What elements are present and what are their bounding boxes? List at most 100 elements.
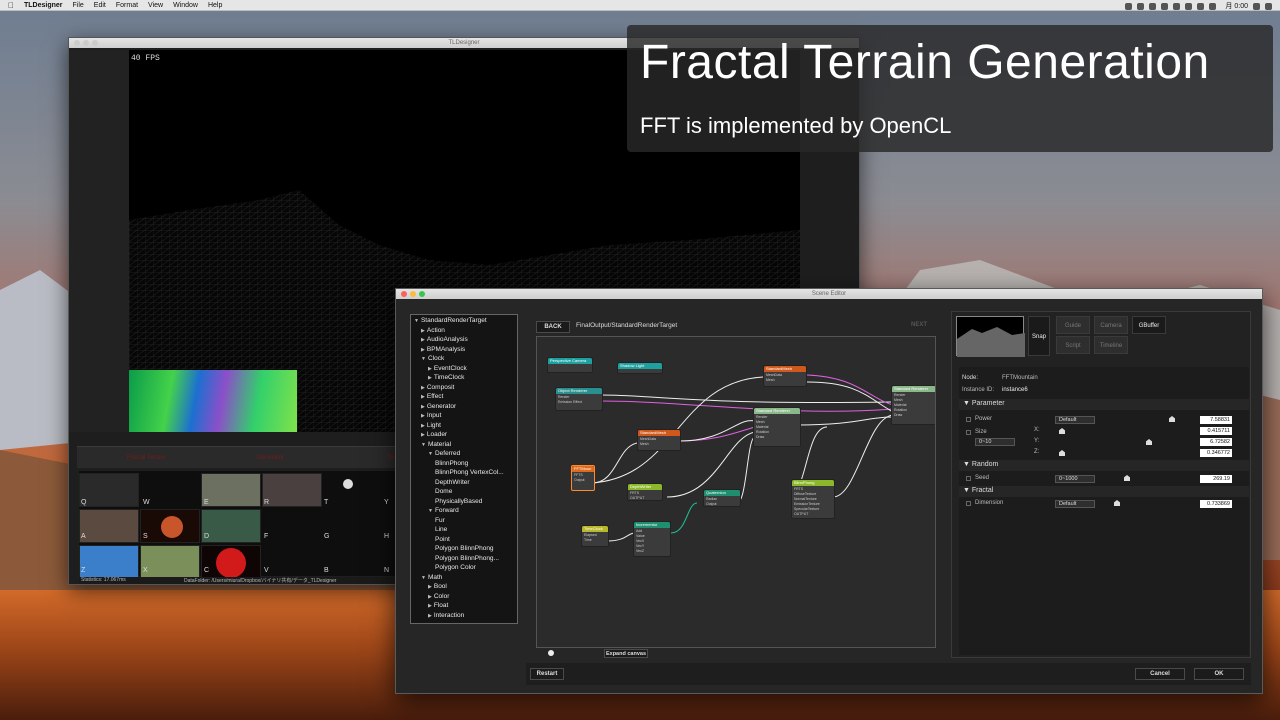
collapsed-arrow-icon[interactable]: ▶ <box>421 404 425 410</box>
tree-item[interactable]: PhysicallyBased <box>435 498 482 506</box>
tree-item[interactable]: ▶ Generator <box>421 403 456 411</box>
tree-item[interactable]: ▶ Loader <box>421 431 447 439</box>
tree-item[interactable]: BlinnPhong VertexCol... <box>435 469 504 477</box>
graph-node[interactable]: Incrementor Add Value VecX VecY VecZ <box>633 521 671 557</box>
expanded-arrow-icon[interactable]: ▼ <box>421 575 426 581</box>
minimize-icon[interactable] <box>83 40 89 46</box>
graph-node[interactable]: StandardMesh MeshData Mesh <box>637 429 681 451</box>
search-icon[interactable] <box>1253 2 1260 10</box>
tray-icon[interactable] <box>1137 2 1145 10</box>
tree-item[interactable]: ▶ Effect <box>421 393 443 401</box>
graph-node-port[interactable]: Output <box>574 478 592 483</box>
layer-label[interactable]: Fractal Terrain <box>127 455 165 461</box>
clip-slot[interactable] <box>79 545 139 579</box>
clip-slot[interactable] <box>140 545 200 579</box>
collapsed-arrow-icon[interactable]: ▶ <box>428 613 432 619</box>
graph-node[interactable]: Perspective Camera <box>547 357 593 373</box>
expanded-arrow-icon[interactable]: ▼ <box>428 451 433 457</box>
graph-node-port[interactable]: VecZ <box>636 549 668 554</box>
tree-item[interactable]: ▼ Forward <box>428 507 459 515</box>
size-range-select[interactable]: 0~10 <box>975 438 1015 446</box>
expanded-arrow-icon[interactable]: ▼ <box>428 508 433 514</box>
dimension-value-field[interactable]: 0.733869 <box>1200 500 1232 508</box>
graph-node[interactable]: BlinnPhong FRTS DiffuseTexture NormalTextur… <box>791 479 835 519</box>
clip-slot[interactable] <box>79 473 139 507</box>
size-x-slider[interactable] <box>1059 428 1065 434</box>
menu-help[interactable]: Help <box>208 2 222 9</box>
volume-icon[interactable] <box>1197 2 1205 10</box>
tray-icon[interactable] <box>1161 2 1169 10</box>
tree-item[interactable]: DepthWriter <box>435 479 470 487</box>
expanded-arrow-icon[interactable]: ▼ <box>421 356 426 362</box>
seed-checkbox[interactable] <box>966 476 971 481</box>
close-icon[interactable] <box>401 291 407 297</box>
menu-window[interactable]: Window <box>173 2 198 9</box>
power-value-field[interactable]: 7.58831 <box>1200 416 1232 424</box>
clip-slot[interactable] <box>201 545 261 579</box>
tree-item[interactable]: ▼ Clock <box>421 355 444 363</box>
node-graph-canvas[interactable]: Perspective Camera Shadow Light Object Ren… <box>536 336 936 648</box>
seed-slider[interactable] <box>1124 475 1130 481</box>
seed-value-field[interactable]: 269.19 <box>1200 475 1232 483</box>
size-z-slider[interactable] <box>1059 450 1065 456</box>
collapsed-arrow-icon[interactable]: ▶ <box>428 603 432 609</box>
clip-slot[interactable] <box>323 473 353 493</box>
timeline-button[interactable]: Timeline <box>1094 336 1128 354</box>
gbuffer-button[interactable]: GBuffer <box>1132 316 1166 334</box>
tray-icon[interactable] <box>1125 2 1133 10</box>
clip-slot[interactable] <box>140 509 200 543</box>
collapsed-arrow-icon[interactable]: ▶ <box>421 413 425 419</box>
tree-item[interactable]: Line <box>435 526 447 534</box>
graph-node[interactable]: FFTMoun FFTS Output <box>571 465 595 491</box>
next-button[interactable]: NEXT <box>911 322 927 328</box>
clip-slot[interactable] <box>201 473 261 507</box>
collapsed-arrow-icon[interactable]: ▶ <box>421 394 425 400</box>
graph-node[interactable]: Standard Renderer Render Mesh Material Rotat… <box>891 385 935 425</box>
collapsed-arrow-icon[interactable]: ▶ <box>421 337 425 343</box>
graph-node[interactable]: TimeClock Elapsed Time <box>581 525 609 547</box>
clip-slot[interactable] <box>262 473 322 507</box>
graph-node[interactable]: DepthWriter FRTS OUTPUT <box>627 483 663 501</box>
tree-item[interactable]: Polygon Color <box>435 564 476 572</box>
collapsed-arrow-icon[interactable]: ▶ <box>421 328 425 334</box>
power-checkbox[interactable] <box>966 417 971 422</box>
graph-node-port[interactable]: Output <box>706 502 738 507</box>
tree-item[interactable]: ▶ AudioAnalysis <box>421 336 468 344</box>
zoom-icon[interactable] <box>419 291 425 297</box>
tree-item[interactable]: ▶ Composit <box>421 384 454 392</box>
apple-icon[interactable]:  <box>8 1 14 10</box>
tree-item[interactable]: ▶ BPMAnalysis <box>421 346 465 354</box>
tree-item[interactable]: ▼ Math <box>421 574 442 582</box>
snap-button[interactable]: Snap <box>1028 316 1050 356</box>
menu-file[interactable]: File <box>73 2 84 9</box>
graph-node[interactable]: Object Renderer Render Emission Effect <box>555 387 603 411</box>
menu-list-icon[interactable] <box>1265 2 1272 10</box>
menu-format[interactable]: Format <box>116 2 138 9</box>
power-slider[interactable] <box>1169 416 1175 422</box>
size-checkbox[interactable] <box>966 430 971 435</box>
graph-node[interactable]: Shadow Light <box>617 362 663 374</box>
graph-node-port[interactable]: OUTPUT <box>794 512 832 517</box>
dimension-slider[interactable] <box>1114 500 1120 506</box>
tree-item[interactable]: ▶ TimeClock <box>428 374 464 382</box>
collapsed-arrow-icon[interactable]: ▶ <box>428 366 432 372</box>
tree-item[interactable]: ▶ Action <box>421 327 445 335</box>
tree-item[interactable]: ▶ EventClock <box>428 365 467 373</box>
tree-item[interactable]: ▼ Deferred <box>428 450 460 458</box>
tree-item[interactable]: ▶ Float <box>428 602 448 610</box>
tree-item[interactable]: Fur <box>435 517 445 525</box>
wifi-icon[interactable] <box>1185 2 1193 10</box>
collapsed-arrow-icon[interactable]: ▶ <box>421 423 425 429</box>
canvas-scroll-handle[interactable] <box>548 650 554 656</box>
restart-button[interactable]: Restart <box>530 668 564 680</box>
ok-button[interactable]: OK <box>1194 668 1244 680</box>
guide-button[interactable]: Guide <box>1056 316 1090 334</box>
graph-node-port[interactable]: Draw <box>756 435 798 440</box>
tree-item[interactable]: ▼ StandardRenderTarget <box>414 317 487 325</box>
scene-titlebar[interactable]: Scene Editor <box>396 289 1262 299</box>
tree-item[interactable]: Dome <box>435 488 452 496</box>
size-z-field[interactable]: 0.346772 <box>1200 449 1232 457</box>
tree-item[interactable]: ▶ Bool <box>428 583 447 591</box>
expand-canvas-button[interactable]: Expand canvas <box>604 649 648 658</box>
tree-item[interactable]: ▶ Light <box>421 422 441 430</box>
